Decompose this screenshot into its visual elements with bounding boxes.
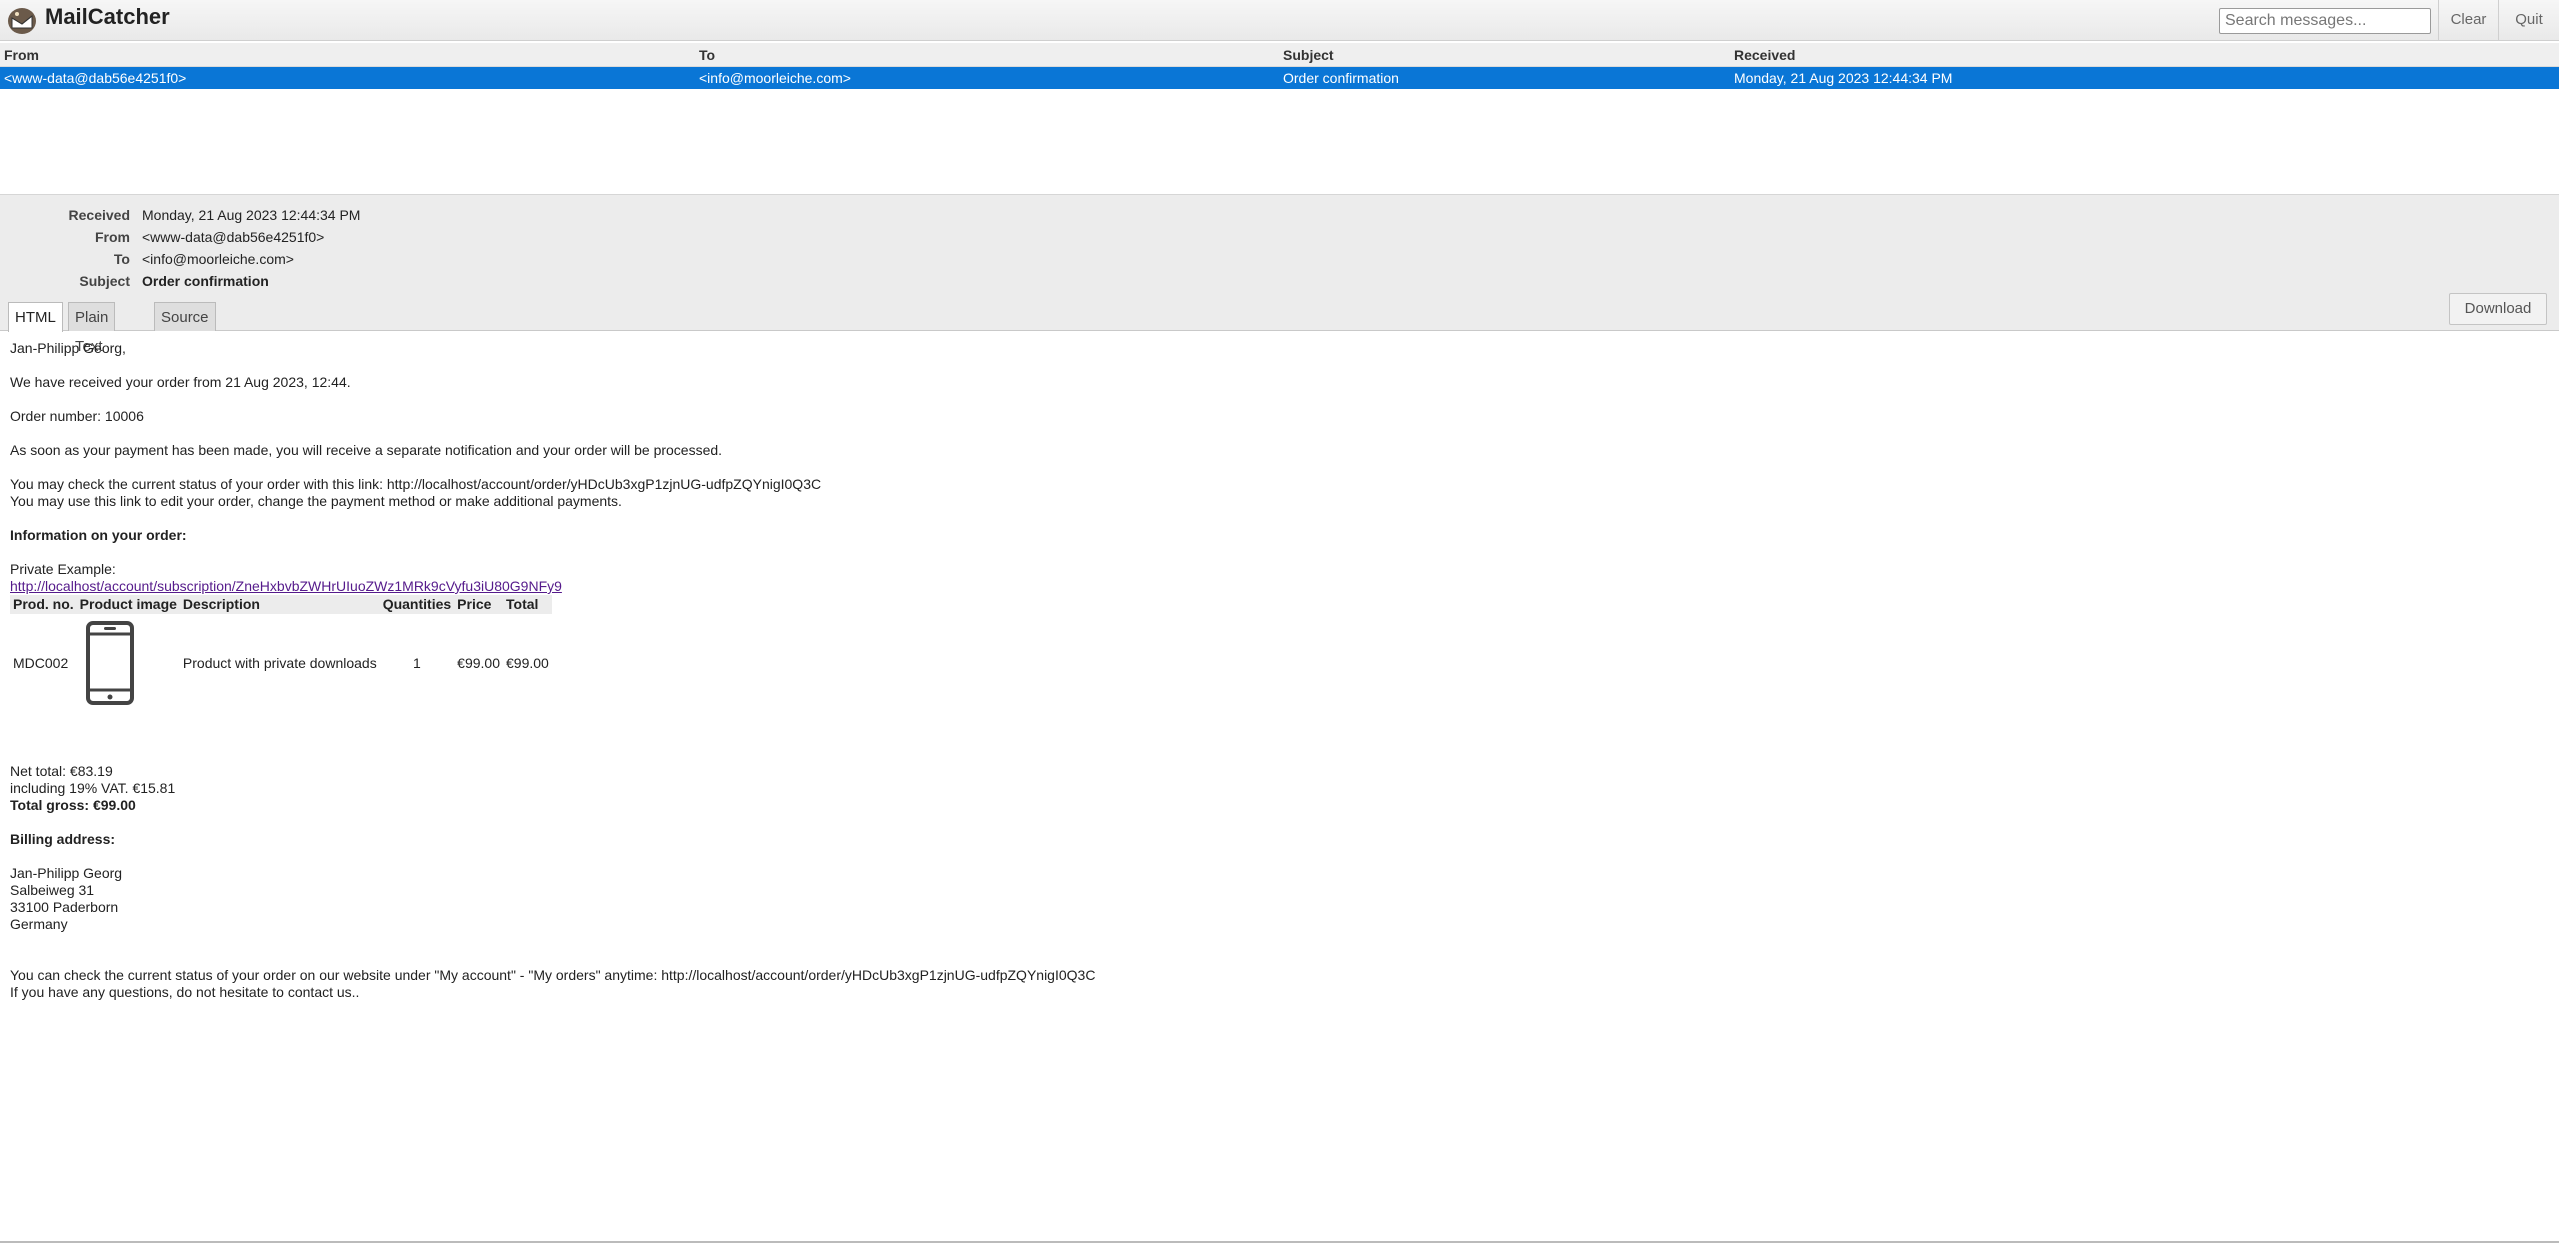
message-to: <info@moorleiche.com> (699, 70, 851, 86)
download-button[interactable]: Download (2449, 293, 2547, 325)
meta-row-received: Received Monday, 21 Aug 2023 12:44:34 PM (0, 204, 2559, 226)
meta-label-subject: Subject (79, 273, 130, 289)
billing-country: Germany (10, 916, 68, 932)
cell-total: €99.00 (506, 654, 549, 671)
subscription-link[interactable]: http://localhost/account/subscription/Zn… (10, 578, 562, 594)
billing-street: Salbeiweg 31 (10, 882, 95, 898)
tab-plain-text[interactable]: Plain Text (68, 302, 116, 355)
smartphone-icon (85, 621, 134, 705)
app-title: MailCatcher (45, 4, 170, 29)
th-price: Price (454, 595, 503, 614)
app-header: MailCatcher Clear Quit (0, 0, 2559, 41)
clear-button[interactable]: Clear (2438, 0, 2498, 40)
email-private-example: Private Example: (10, 561, 116, 577)
email-edit-line: You may use this link to edit your order… (10, 493, 622, 509)
tab-source[interactable]: Source (154, 302, 216, 331)
cell-price: €99.00 (457, 654, 500, 671)
meta-value-subject: Order confirmation (142, 273, 269, 289)
email-body: Jan-Philipp Georg, We have received your… (10, 340, 2540, 1018)
email-status-link-line: You may check the current status of your… (10, 476, 822, 492)
email-received-line: We have received your order from 21 Aug … (10, 374, 351, 390)
order-table-header: Prod. no. Product image Description Quan… (10, 595, 552, 614)
th-prod-no: Prod. no. (10, 595, 77, 614)
cell-product-image (77, 614, 180, 712)
meta-value-from: <www-data@dab56e4251f0> (142, 229, 325, 245)
tab-html[interactable]: HTML (8, 302, 63, 332)
meta-row-from: From <www-data@dab56e4251f0> (0, 226, 2559, 248)
table-row: MDC002 Product with private downloads 1 … (10, 614, 552, 712)
billing-city: 33100 Paderborn (10, 899, 119, 915)
cell-prod-no: MDC002 (13, 654, 69, 671)
email-total-gross: Total gross: €99.00 (10, 797, 136, 813)
order-table: Prod. no. Product image Description Quan… (10, 595, 552, 712)
email-website-line: You can check the current status of your… (10, 967, 1096, 983)
column-header-subject[interactable]: Subject (1283, 43, 1334, 67)
meta-label-to: To (113, 251, 130, 267)
th-quantities: Quantities (379, 595, 455, 614)
quit-button[interactable]: Quit (2498, 0, 2559, 40)
message-received: Monday, 21 Aug 2023 12:44:34 PM (1734, 70, 1953, 86)
message-row-selected[interactable]: <www-data@dab56e4251f0> <info@moorleiche… (0, 67, 2559, 89)
meta-value-to: <info@moorleiche.com> (142, 251, 294, 267)
column-header-from[interactable]: From (4, 43, 39, 67)
search-input[interactable] (2219, 8, 2431, 34)
billing-address: Jan-Philipp Georg Salbeiweg 31 33100 Pad… (10, 865, 2540, 933)
th-total: Total (503, 595, 552, 614)
mailcatcher-logo-icon (8, 8, 36, 34)
message-subject: Order confirmation (1283, 70, 1399, 86)
meta-label-received: Received (68, 207, 130, 223)
email-order-number: Order number: 10006 (10, 408, 144, 424)
th-description: Description (179, 595, 380, 614)
message-from: <www-data@dab56e4251f0> (4, 70, 187, 86)
email-payment-line: As soon as your payment has been made, y… (10, 442, 723, 458)
meta-label-from: From (95, 229, 130, 245)
email-info-heading: Information on your order: (10, 527, 187, 543)
meta-value-received: Monday, 21 Aug 2023 12:44:34 PM (142, 207, 361, 223)
column-header-received[interactable]: Received (1734, 43, 1795, 67)
meta-row-subject: Subject Order confirmation (0, 270, 2559, 292)
email-net-total: Net total: €83.19 (10, 763, 113, 779)
column-header-to[interactable]: To (699, 43, 715, 67)
cell-quantity: 1 (413, 654, 421, 671)
cell-description: Product with private downloads (182, 654, 377, 671)
th-product-image: Product image (76, 595, 180, 614)
meta-row-to: To <info@moorleiche.com> (0, 248, 2559, 270)
email-vat: including 19% VAT. €15.81 (10, 780, 176, 796)
message-list-header: From To Subject Received (0, 43, 2559, 67)
email-questions-line: If you have any questions, do not hesita… (10, 984, 360, 1000)
message-metadata: Received Monday, 21 Aug 2023 12:44:34 PM… (0, 194, 2559, 355)
email-greeting: Jan-Philipp Georg, (10, 340, 126, 356)
billing-name: Jan-Philipp Georg (10, 865, 123, 881)
email-billing-heading: Billing address: (10, 831, 116, 847)
